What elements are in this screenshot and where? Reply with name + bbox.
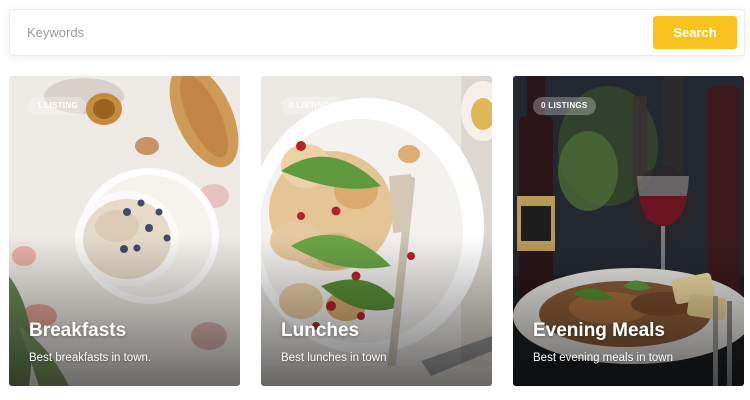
card-subtitle: Best breakfasts in town. [29,352,152,364]
search-button[interactable]: Search [653,16,737,49]
listing-count-badge: 0 LISTINGS [533,97,596,115]
search-bar: Search [9,9,745,56]
card-subtitle: Best evening meals in town [533,352,673,364]
card-title: Evening Meals [533,320,665,341]
listing-count-badge: 1 LISTING [29,97,86,115]
card-title: Breakfasts [29,320,127,341]
category-card-breakfasts[interactable]: 1 LISTING Breakfasts Best breakfasts in … [9,76,240,386]
search-input[interactable] [10,10,650,55]
card-subtitle: Best lunches in town [281,352,387,364]
card-title: Lunches [281,320,360,341]
category-card-evening-meals[interactable]: 0 LISTINGS Evening Meals Best evening me… [513,76,744,386]
listing-count-badge: 0 LISTINGS [281,97,344,115]
category-card-lunches[interactable]: 0 LISTINGS Lunches Best lunches in town [261,76,492,386]
